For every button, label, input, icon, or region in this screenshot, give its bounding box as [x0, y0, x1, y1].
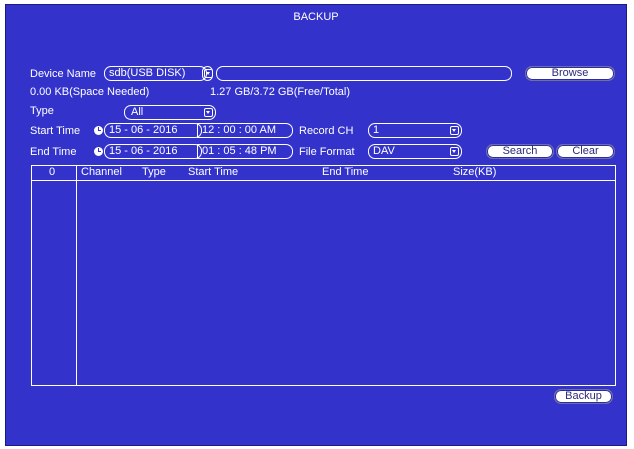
device-dropdown-button[interactable] [202, 66, 213, 81]
chevron-down-icon [450, 147, 459, 156]
end-date-field[interactable]: 15 - 06 - 2016 [104, 144, 202, 159]
column-header-channel[interactable]: Channel [81, 166, 122, 179]
backup-button[interactable]: Backup [554, 389, 613, 404]
table-header-divider [32, 180, 615, 181]
record-ch-label: Record CH [299, 125, 354, 137]
table-column-divider [76, 166, 77, 385]
search-button[interactable]: Search [486, 144, 554, 159]
type-label: Type [30, 105, 54, 117]
end-date-value: 15 - 06 - 2016 [109, 145, 178, 157]
end-time-field[interactable]: 01 : 05 : 48 PM [197, 144, 293, 159]
browse-button[interactable]: Browse [525, 66, 615, 81]
end-time-label: End Time [30, 146, 77, 158]
start-time-value: 12 : 00 : 00 AM [202, 124, 276, 136]
record-ch-select[interactable]: 1 [368, 123, 462, 138]
column-header-end-time[interactable]: End Time [322, 166, 368, 179]
device-name-label: Device Name [30, 68, 97, 80]
clock-icon [94, 147, 103, 156]
device-name-value: sdb(USB DISK) [109, 67, 186, 79]
record-ch-value: 1 [373, 124, 380, 136]
start-date-value: 15 - 06 - 2016 [109, 124, 178, 136]
column-header-size[interactable]: Size(KB) [453, 166, 496, 179]
clock-icon [94, 126, 103, 135]
chevron-down-icon [450, 126, 459, 135]
start-time-label: Start Time [30, 125, 81, 137]
column-header-index[interactable]: 0 [49, 166, 55, 179]
backup-window: BACKUP Device Name sdb(USB DISK) Browse … [5, 4, 627, 446]
results-table[interactable]: 0 Channel Type Start Time End Time Size(… [31, 165, 616, 386]
type-select[interactable]: All [124, 105, 216, 120]
file-format-label: File Format [299, 146, 355, 158]
space-needed: 0.00 KB(Space Needed) [30, 86, 150, 98]
free-total: 1.27 GB/3.72 GB(Free/Total) [210, 86, 351, 98]
device-name-select[interactable]: sdb(USB DISK) [104, 66, 207, 81]
type-value: All [131, 106, 144, 118]
device-path-field[interactable] [216, 66, 512, 81]
clear-button[interactable]: Clear [556, 144, 615, 159]
file-format-select[interactable]: DAV [368, 144, 462, 159]
window-title: BACKUP [293, 11, 339, 23]
start-date-field[interactable]: 15 - 06 - 2016 [104, 123, 202, 138]
file-format-value: DAV [373, 145, 395, 157]
start-time-field[interactable]: 12 : 00 : 00 AM [197, 123, 293, 138]
column-header-start-time[interactable]: Start Time [188, 166, 238, 179]
end-time-value: 01 : 05 : 48 PM [202, 145, 277, 157]
chevron-down-icon [204, 69, 212, 78]
chevron-down-icon [204, 108, 213, 117]
column-header-type[interactable]: Type [142, 166, 166, 179]
